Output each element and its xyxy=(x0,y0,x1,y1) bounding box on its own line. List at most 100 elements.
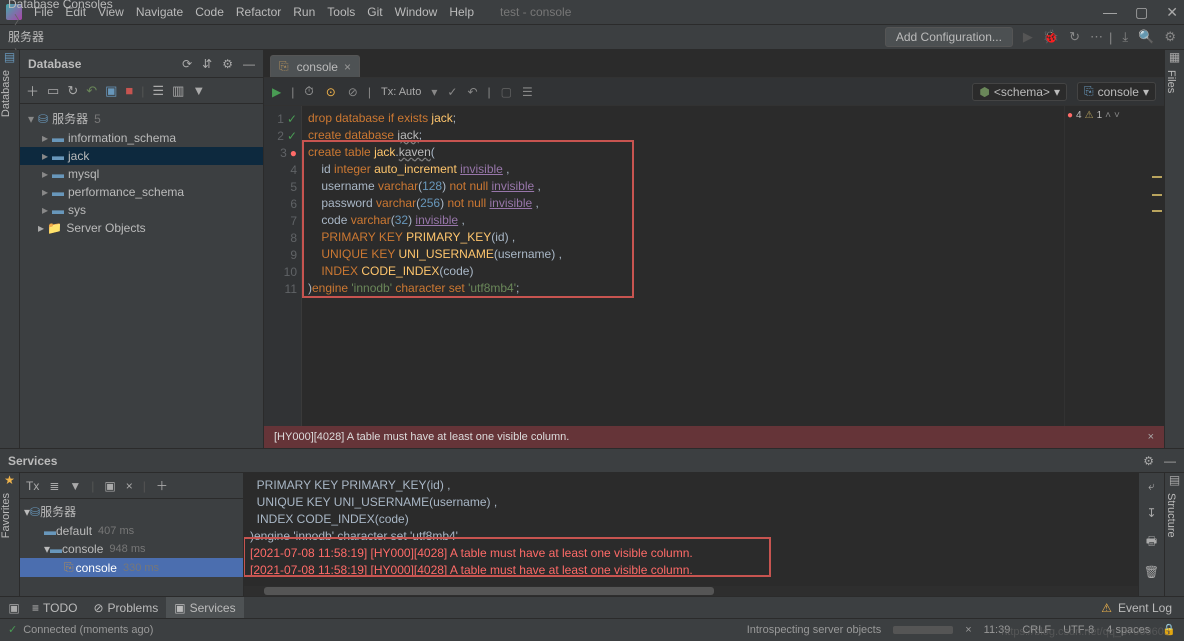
maximize-icon[interactable]: ▢ xyxy=(1135,4,1148,21)
close-icon[interactable]: × xyxy=(126,479,133,493)
sort-icon[interactable]: ⇵ xyxy=(202,57,212,71)
scroll-to-end-icon[interactable]: ↧ xyxy=(1146,506,1156,520)
editor-gutter[interactable]: 1✓2✓3●4567891011 xyxy=(264,106,302,426)
soft-wrap-icon[interactable]: ⤶ xyxy=(1148,479,1155,494)
refresh-icon[interactable]: ↻ xyxy=(67,83,78,99)
crumb-0[interactable]: Database Consoles xyxy=(8,0,113,11)
hide-icon[interactable]: — xyxy=(1164,454,1176,468)
explain-icon[interactable]: ⊙ xyxy=(324,85,338,99)
code-line-4[interactable]: id integer auto_increment invisible , xyxy=(308,161,1064,178)
minimize-icon[interactable]: — xyxy=(1103,4,1117,21)
stop-icon[interactable]: ↻ xyxy=(1069,29,1080,45)
tree-item[interactable]: ▸▬jack xyxy=(20,147,263,165)
close-tab-icon[interactable]: × xyxy=(344,60,351,74)
output-icon[interactable]: ☰ xyxy=(522,85,533,99)
database-tab-label[interactable]: Database xyxy=(0,70,12,117)
svc-tree-item[interactable]: ▬ default407 ms xyxy=(20,522,243,540)
clear-icon[interactable]: 🗑 xyxy=(1144,565,1159,579)
toggle-icon[interactable]: ⊘ xyxy=(348,85,358,99)
gear-icon[interactable]: ⚙ xyxy=(222,57,233,71)
files-tab-label[interactable]: Files xyxy=(1165,70,1177,93)
history-icon[interactable]: ⏱ xyxy=(304,84,313,99)
menu-git[interactable]: Git xyxy=(367,5,382,19)
cols-icon[interactable]: ▥ xyxy=(172,83,184,99)
session-picker[interactable]: ⎘console▾ xyxy=(1077,82,1156,101)
bottom-tab-bar[interactable]: ▣ ≡TODO⊘Problems▣Services ⚠ Event Log xyxy=(0,596,1184,618)
schema-picker[interactable]: ⬢<schema>▾ xyxy=(972,83,1067,101)
code-line-8[interactable]: PRIMARY KEY PRIMARY_KEY(id) , xyxy=(308,229,1064,246)
rollback-icon[interactable]: ↶ xyxy=(86,83,97,99)
menu-help[interactable]: Help xyxy=(449,5,474,19)
search-icon[interactable]: 🔍 xyxy=(1138,29,1154,45)
database-tab-icon[interactable]: ▤ xyxy=(0,50,19,64)
code-line-3[interactable]: create table jack.kaven( xyxy=(308,144,1064,161)
code-line-2[interactable]: create database jack; xyxy=(308,127,1064,144)
error-count-icon[interactable]: ● xyxy=(1067,110,1073,121)
right-gutter[interactable]: ▦ Files xyxy=(1164,50,1184,448)
dup-icon[interactable]: ▭ xyxy=(47,83,59,99)
warn-count-icon[interactable]: ⚠ xyxy=(1085,110,1094,121)
code-line-11[interactable]: )engine 'innodb' character set 'utf8mb4'… xyxy=(308,280,1064,297)
tree-item[interactable]: ▸ 📁Server Objects xyxy=(20,219,263,237)
crumb-1[interactable]: 服务器 xyxy=(8,28,113,45)
tree-item[interactable]: ▸▬mysql xyxy=(20,165,263,183)
svc-tree-item[interactable]: ⎘ console330 ms xyxy=(20,558,243,577)
tx-icon[interactable]: Tx xyxy=(26,479,39,493)
add-configuration-button[interactable]: Add Configuration... xyxy=(885,27,1013,47)
close-icon[interactable]: ✕ xyxy=(1166,4,1178,21)
code-line-7[interactable]: code varchar(32) invisible , xyxy=(308,212,1064,229)
close-banner-icon[interactable]: × xyxy=(1148,431,1154,443)
menu-tools[interactable]: Tools xyxy=(327,5,355,19)
left-gutter[interactable]: ▤ Database xyxy=(0,50,20,448)
favorites-tab-label[interactable]: Favorites xyxy=(0,493,12,538)
editor-tab[interactable]: ⎘ console × xyxy=(270,55,360,77)
services-tree[interactable]: ▾ ⛁ 服务器▬ default407 ms▾ ▬ console948 ms⎘… xyxy=(20,499,243,579)
svc-tree-item[interactable]: ▾ ▬ console948 ms xyxy=(20,540,243,558)
code-line-6[interactable]: password varchar(256) not null invisible… xyxy=(308,195,1064,212)
mark-down-icon[interactable]: ˅ xyxy=(1114,110,1120,121)
menu-refactor[interactable]: Refactor xyxy=(236,5,281,19)
database-tree[interactable]: ▾⛁服务器5▸▬information_schema▸▬jack▸▬mysql▸… xyxy=(20,104,263,241)
commit-icon[interactable]: ▣ xyxy=(105,83,117,99)
filter-icon[interactable]: ▼ xyxy=(192,83,205,98)
run-icon[interactable]: ▶ xyxy=(1023,29,1033,45)
code-line-5[interactable]: username varchar(128) not null invisible… xyxy=(308,178,1064,195)
editor-code[interactable]: drop database if exists jack;create data… xyxy=(302,106,1064,426)
structure-tab-icon[interactable]: ▤ xyxy=(1165,473,1184,487)
bottom-tab-services[interactable]: ▣Services xyxy=(166,597,243,618)
debug-icon[interactable]: 🐞 xyxy=(1043,29,1059,45)
menu-run[interactable]: Run xyxy=(293,5,315,19)
horizontal-scrollbar[interactable] xyxy=(244,586,1138,596)
tree-item[interactable]: ▸▬performance_schema xyxy=(20,183,263,201)
progress-cancel-icon[interactable]: × xyxy=(965,624,971,636)
settings-icon[interactable]: ⚙ xyxy=(1164,29,1176,45)
print-icon[interactable]: 🖶 xyxy=(1146,532,1157,553)
tx-mode-label[interactable]: Tx: Auto xyxy=(381,86,421,98)
stop-icon[interactable]: ■ xyxy=(125,83,133,98)
menu-navigate[interactable]: Navigate xyxy=(136,5,183,19)
rows-icon[interactable]: ☰ xyxy=(152,83,164,99)
gear-icon[interactable]: ⚙ xyxy=(1143,454,1154,468)
code-line-9[interactable]: UNIQUE KEY UNI_USERNAME(username) , xyxy=(308,246,1064,263)
add-icon[interactable]: ＋ xyxy=(26,81,39,100)
bottom-tab-problems[interactable]: ⊘Problems xyxy=(85,597,166,618)
hide-icon[interactable]: — xyxy=(243,57,255,71)
files-tab-icon[interactable]: ▦ xyxy=(1165,50,1184,64)
run-icon[interactable]: ▶ xyxy=(272,85,281,99)
plus-icon[interactable]: ＋ xyxy=(156,477,168,494)
svc-tree-item[interactable]: ▾ ⛁ 服务器 xyxy=(20,501,243,522)
tx-dropdown-icon[interactable]: ▾ xyxy=(431,85,437,99)
cancel-icon[interactable]: ▢ xyxy=(501,85,512,99)
filter-icon[interactable]: ▼ xyxy=(69,479,81,493)
tx-commit-icon[interactable]: ✓ xyxy=(447,85,457,99)
event-log-label[interactable]: Event Log xyxy=(1118,601,1172,615)
menu-window[interactable]: Window xyxy=(395,5,438,19)
more-icon[interactable]: ⋯ xyxy=(1090,29,1103,45)
bottom-tab-todo[interactable]: ≡TODO xyxy=(24,597,85,618)
code-line-1[interactable]: drop database if exists jack; xyxy=(308,110,1064,127)
tree-item[interactable]: ▸▬sys xyxy=(20,201,263,219)
window-icon[interactable]: ▣ xyxy=(104,479,115,493)
error-stripe[interactable]: ●4 ⚠1 ˄ ˅ xyxy=(1064,106,1164,426)
sync-icon[interactable]: ⟳ xyxy=(182,57,192,71)
tree-root[interactable]: ▾⛁服务器5 xyxy=(20,108,263,129)
